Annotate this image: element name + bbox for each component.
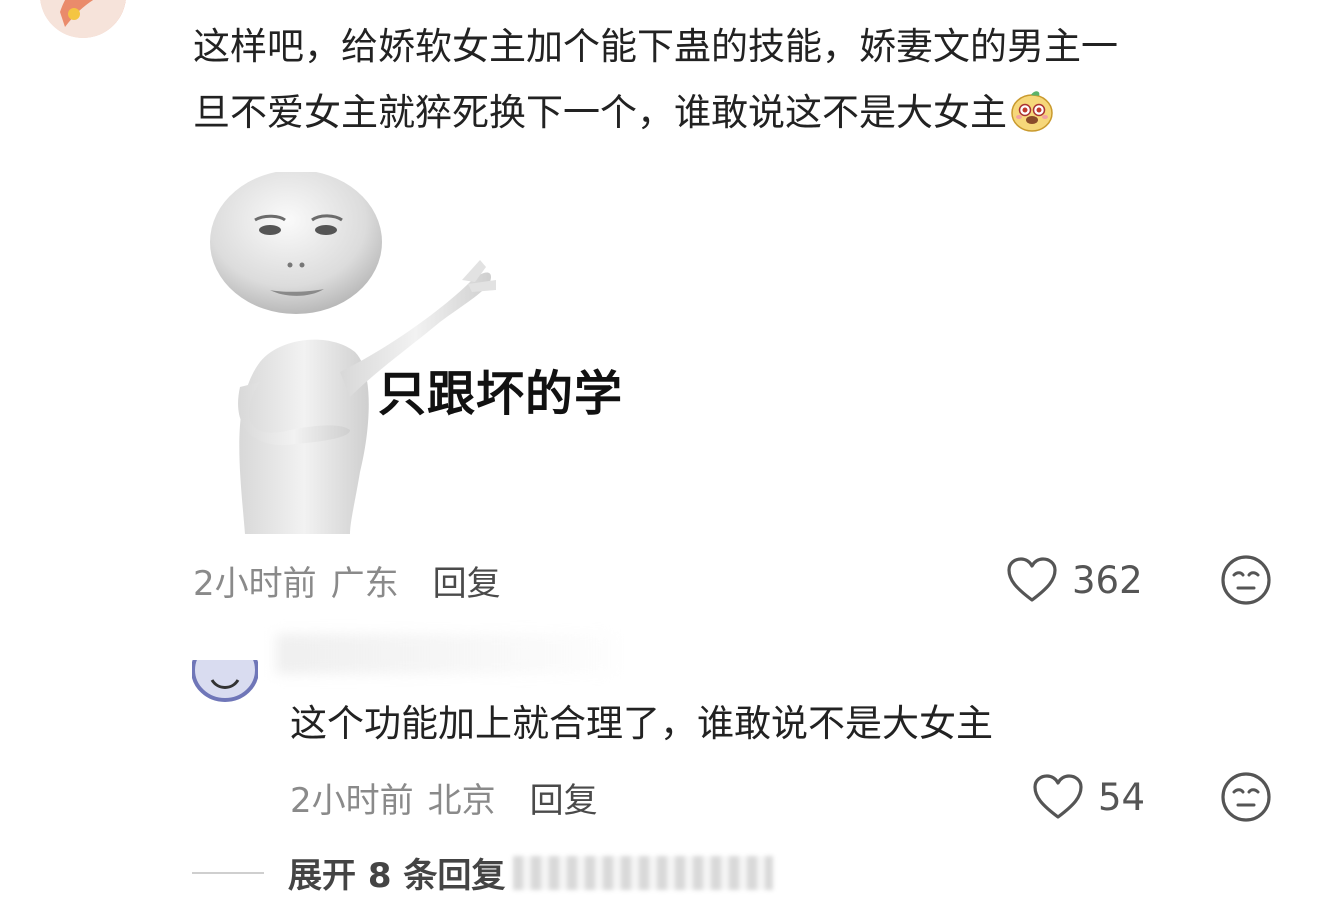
reply-meta: 2小时前 北京 回复 <box>290 773 598 822</box>
comment-meta: 2小时前 广东 回复 <box>193 556 501 605</box>
meme-image[interactable]: 只跟坏的学 <box>200 172 680 534</box>
comment-text-line-2: 旦不爱女主就猝死换下一个，谁敢说这不是大女主 <box>193 80 1273 146</box>
comment-text-line-2-content: 旦不爱女主就猝死换下一个，谁敢说这不是大女主 <box>193 91 1007 134</box>
moon-avatar-image <box>192 650 258 702</box>
comment-dislike-button[interactable] <box>1220 554 1272 610</box>
heart-icon <box>1007 557 1057 602</box>
pointing-figure-illustration <box>210 172 496 534</box>
heart-icon <box>1033 774 1083 819</box>
comment-like-button[interactable]: 362 <box>1006 556 1143 604</box>
comment-text-line-1: 这样吧，给娇软女主加个能下蛊的技能，娇妻文的男主一 <box>193 25 1118 68</box>
comment-time: 2小时前 <box>193 564 317 604</box>
meme-caption: 只跟坏的学 <box>378 366 624 422</box>
reply-reply-button[interactable]: 回复 <box>530 773 598 822</box>
comment-location: 广东 <box>330 564 399 604</box>
comment-reply-button[interactable]: 回复 <box>433 556 501 605</box>
funny-face-emoji-icon <box>1009 87 1055 133</box>
reply-time: 2小时前 <box>290 781 414 821</box>
commenter-avatar[interactable] <box>40 0 126 38</box>
reply-body: 这个功能加上就合理了，谁敢说不是大女主 <box>290 702 993 745</box>
meh-face-icon <box>1221 555 1271 605</box>
meh-face-icon <box>1221 772 1271 822</box>
flower-avatar-image <box>40 0 126 38</box>
reply-like-count: 54 <box>1098 775 1146 819</box>
reply-username-blurred <box>276 634 616 674</box>
comment-like-count: 362 <box>1072 558 1143 602</box>
reply-avatar[interactable] <box>192 650 258 702</box>
reply-location: 北京 <box>427 781 496 821</box>
expand-replies-label[interactable]: 展开 8 条回复 <box>288 848 505 897</box>
comment-body: 这样吧，给娇软女主加个能下蛊的技能，娇妻文的男主一 旦不爱女主就猝死换下一个，谁… <box>193 14 1273 146</box>
reply-dislike-button[interactable] <box>1220 771 1272 827</box>
expand-divider <box>192 871 264 874</box>
comment-thread: 这样吧，给娇软女主加个能下蛊的技能，娇妻文的男主一 旦不爱女主就猝死换下一个，谁… <box>0 0 1320 906</box>
watermark-blurred <box>513 855 774 890</box>
reply-like-button[interactable]: 54 <box>1032 773 1145 821</box>
expand-replies[interactable]: 展开 8 条回复 <box>192 848 774 897</box>
